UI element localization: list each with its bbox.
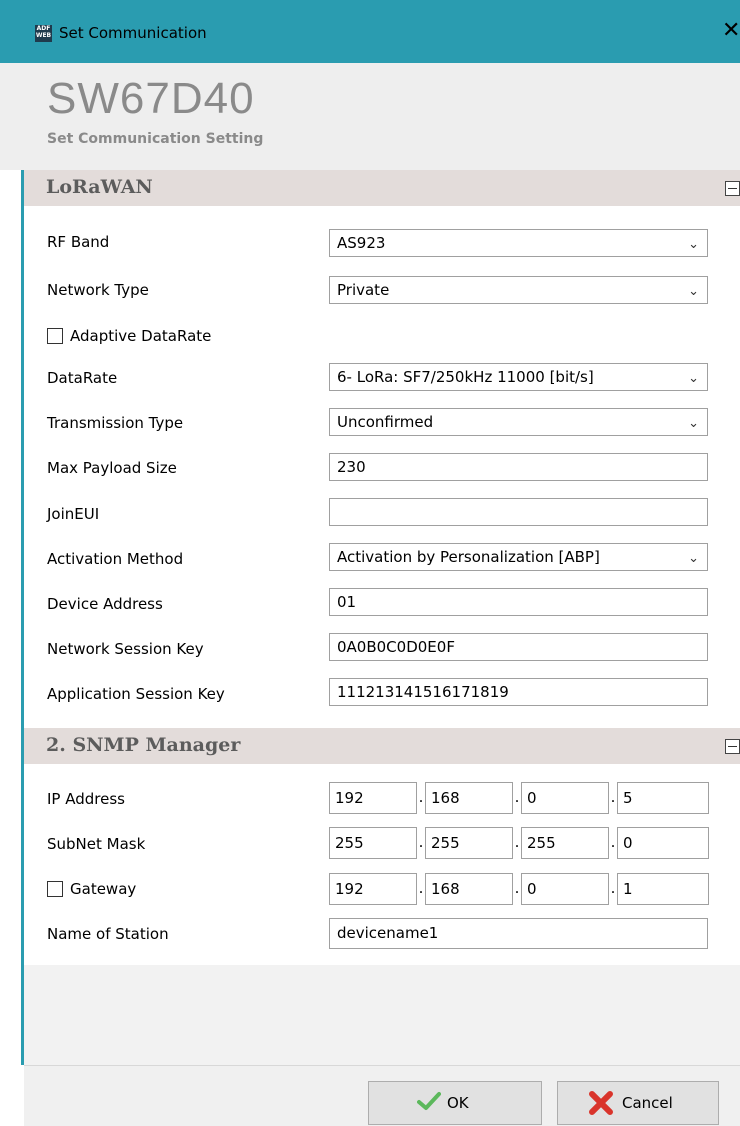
octet-separator: . <box>610 879 616 897</box>
activation-method-label: Activation Method <box>47 550 184 568</box>
chevron-down-icon: ⌄ <box>688 237 699 252</box>
rf-band-label: RF Band <box>47 233 110 251</box>
octet-separator: . <box>514 879 520 897</box>
cross-icon <box>589 1091 613 1115</box>
ip-address-octet-1[interactable]: 192 <box>329 782 417 814</box>
section-title-snmp: 2. SNMP Manager <box>46 734 241 756</box>
octet-separator: . <box>610 833 616 851</box>
gateway-octet-2[interactable]: 168 <box>425 873 513 905</box>
join-eui-label: JoinEUI <box>47 505 100 523</box>
join-eui-input[interactable] <box>329 498 708 526</box>
name-of-station-input[interactable]: devicename1 <box>329 918 708 949</box>
close-icon[interactable]: ✕ <box>722 18 740 43</box>
octet-separator: . <box>514 833 520 851</box>
ip-address-octet-2[interactable]: 168 <box>425 782 513 814</box>
subnet-mask-octet-1[interactable]: 255 <box>329 827 417 859</box>
adaptive-datarate-label: Adaptive DataRate <box>70 327 212 345</box>
device-title: SW67D40 <box>47 74 255 123</box>
content-empty-area <box>24 965 740 1065</box>
datarate-select[interactable]: 6- LoRa: SF7/250kHz 11000 [bit/s] ⌄ <box>329 363 708 391</box>
app-icon: ADF WEB <box>35 25 52 42</box>
collapse-icon[interactable] <box>725 739 740 754</box>
datarate-label: DataRate <box>47 369 118 387</box>
collapse-icon[interactable] <box>725 181 740 196</box>
ok-button[interactable]: OK <box>368 1081 542 1125</box>
adaptive-datarate-checkbox[interactable] <box>47 328 63 344</box>
network-session-key-input[interactable]: 0A0B0C0D0E0F <box>329 633 708 661</box>
network-session-key-label: Network Session Key <box>47 640 204 658</box>
subnet-mask-label: SubNet Mask <box>47 835 146 853</box>
octet-separator: . <box>514 788 520 806</box>
cancel-label: Cancel <box>622 1094 673 1112</box>
ip-address-label: IP Address <box>47 790 125 808</box>
subnet-mask-octet-4[interactable]: 0 <box>617 827 709 859</box>
subnet-mask-octet-2[interactable]: 255 <box>425 827 513 859</box>
chevron-down-icon: ⌄ <box>688 371 699 386</box>
gateway-octet-3[interactable]: 0 <box>521 873 609 905</box>
transmission-type-select[interactable]: Unconfirmed ⌄ <box>329 408 708 436</box>
octet-separator: . <box>610 788 616 806</box>
window-title: Set Communication <box>59 24 207 42</box>
chevron-down-icon: ⌄ <box>688 284 699 299</box>
chevron-down-icon: ⌄ <box>688 551 699 566</box>
chevron-down-icon: ⌄ <box>688 416 699 431</box>
ok-label: OK <box>447 1094 469 1112</box>
activation-method-select[interactable]: Activation by Personalization [ABP] ⌄ <box>329 543 708 571</box>
gateway-label: Gateway <box>70 880 137 898</box>
name-of-station-label: Name of Station <box>47 925 169 943</box>
network-type-select[interactable]: Private ⌄ <box>329 276 708 304</box>
octet-separator: . <box>418 879 424 897</box>
gateway-octet-4[interactable]: 1 <box>617 873 709 905</box>
application-session-key-input[interactable]: 111213141516171819 <box>329 678 708 706</box>
gateway-checkbox[interactable] <box>47 881 63 897</box>
gateway-octet-1[interactable]: 192 <box>329 873 417 905</box>
check-icon <box>417 1092 441 1110</box>
subnet-mask-octet-3[interactable]: 255 <box>521 827 609 859</box>
device-subtitle: Set Communication Setting <box>47 131 264 147</box>
transmission-type-label: Transmission Type <box>47 414 184 432</box>
ip-address-octet-3[interactable]: 0 <box>521 782 609 814</box>
network-type-label: Network Type <box>47 281 149 299</box>
device-address-label: Device Address <box>47 595 163 613</box>
cancel-button[interactable]: Cancel <box>557 1081 719 1125</box>
section-title-lorawan: LoRaWAN <box>46 176 153 198</box>
octet-separator: . <box>418 788 424 806</box>
max-payload-size-input[interactable]: 230 <box>329 453 708 481</box>
octet-separator: . <box>418 833 424 851</box>
rf-band-select[interactable]: AS923 ⌄ <box>329 229 708 257</box>
ip-address-octet-4[interactable]: 5 <box>617 782 709 814</box>
device-address-input[interactable]: 01 <box>329 588 708 616</box>
left-accent-border <box>21 170 24 1065</box>
max-payload-size-label: Max Payload Size <box>47 459 177 477</box>
application-session-key-label: Application Session Key <box>47 685 225 703</box>
